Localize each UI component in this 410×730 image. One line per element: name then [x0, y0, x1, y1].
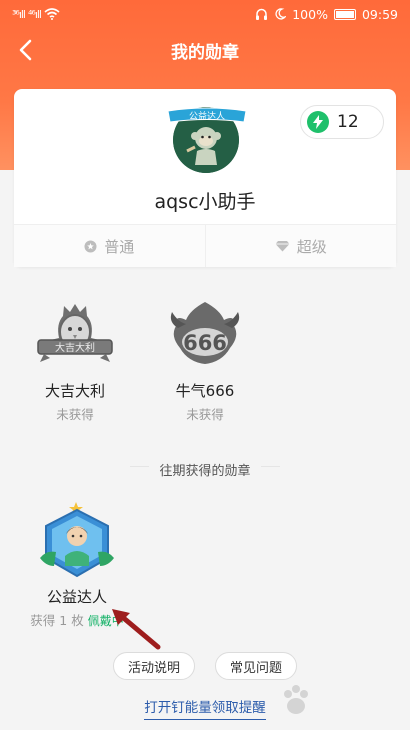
past-section-title: 往期获得的勋章 [0, 460, 410, 479]
badge-status: 未获得 [56, 407, 94, 422]
badge-niuqi[interactable]: 666 牛气666 未获得 [155, 298, 255, 423]
chicken-badge-ribbon-text: 大吉大利 [55, 341, 95, 354]
chicken-badge-icon: 大吉大利 [37, 304, 113, 362]
badge-name: 牛气666 [175, 382, 235, 400]
back-arrow-icon [19, 39, 32, 61]
paw-watermark-icon [284, 685, 308, 714]
headphone-icon [256, 8, 268, 20]
status-right: 100% 09:59 [255, 7, 398, 22]
battery-icon [333, 8, 356, 20]
status-bar: ³⁶ıll ⁴⁶ıll 100% 09:59 [0, 0, 410, 28]
energy-count: 12 [337, 112, 359, 132]
past-section-title-text: 往期获得的勋章 [149, 464, 261, 479]
tab-super[interactable]: 超级 [204, 225, 396, 267]
username: aqsc小助手 [154, 191, 256, 213]
profile-card: 12 公益达人 aqsc小助手 普通 超级 [14, 89, 396, 267]
reminder-link-text: 打开钉能量领取提醒 [144, 700, 266, 720]
wifi-icon [44, 8, 60, 20]
charity-badge-icon [40, 502, 114, 578]
star-circle-icon [84, 240, 97, 252]
signal-icon-2: ⁴⁶ıll [28, 7, 42, 21]
diamond-icon [275, 241, 290, 252]
level-tabs: 普通 超级 [14, 224, 396, 267]
energy-pill[interactable]: 12 [300, 105, 384, 139]
annotation-arrow-icon [112, 609, 161, 650]
nav-bar: 我的勋章 [0, 28, 410, 72]
activity-desc-button[interactable]: 活动说明 [113, 652, 195, 680]
lightning-icon [307, 111, 329, 133]
bull-badge-number: 666 [183, 331, 227, 355]
tab-super-label: 超级 [296, 237, 327, 256]
signal-icon: ³⁶ıll [12, 7, 26, 21]
page-title: 我的勋章 [171, 42, 239, 63]
avatar-banner-text: 公益达人 [189, 110, 225, 122]
bull-666-badge-icon: 666 [170, 302, 240, 364]
avatar-banner-ribbon: 公益达人 [167, 107, 247, 123]
tab-normal[interactable]: 普通 [14, 225, 205, 267]
badge-daji[interactable]: 大吉大利 大吉大利 未获得 [25, 298, 125, 423]
moon-icon [275, 8, 287, 20]
status-left: ³⁶ıll ⁴⁶ıll [12, 8, 60, 21]
tab-normal-label: 普通 [104, 237, 135, 256]
badge-name: 公益达人 [46, 588, 107, 606]
back-button[interactable] [10, 34, 42, 66]
clock-time: 09:59 [361, 6, 398, 22]
faq-button[interactable]: 常见问题 [215, 652, 297, 680]
battery-percent: 100% [292, 6, 328, 22]
badge-count: 获得 1 枚 [30, 613, 84, 628]
badge-name: 大吉大利 [44, 382, 105, 400]
badge-status: 未获得 [186, 407, 224, 422]
